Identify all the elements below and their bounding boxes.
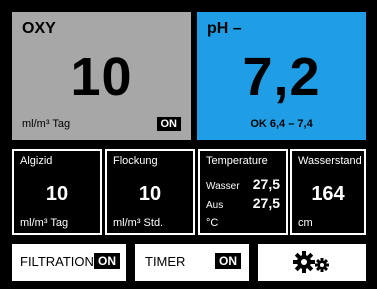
oxy-card[interactable]: OXY 10 ml/m³ Tag ON (12, 12, 191, 140)
oxy-title: OXY (22, 20, 56, 37)
timer-status-badge: ON (215, 253, 241, 269)
ph-value: 7,2 (242, 47, 321, 107)
oxy-value: 10 (70, 47, 133, 107)
oxy-status-badge: ON (156, 117, 181, 131)
ph-title: pH – (207, 20, 242, 37)
temperature-wasser-value: 27,5 (252, 176, 280, 192)
ph-card[interactable]: pH – 7,2 OK 6,4 – 7,4 (197, 12, 366, 140)
gears-icon (258, 249, 366, 280)
flockung-unit: ml/m³ Std. (113, 217, 164, 229)
settings-button[interactable] (258, 244, 366, 281)
algizid-unit: ml/m³ Tag (20, 217, 69, 229)
temperature-aus-value: 27,5 (252, 195, 280, 211)
wasserstand-unit: cm (298, 217, 313, 229)
temperature-aus-label: Aus (206, 200, 224, 211)
temperature-label: Temperature (206, 155, 268, 167)
filtration-label: FILTRATION (20, 254, 94, 269)
algizid-card[interactable]: Algizid 10 ml/m³ Tag (12, 149, 102, 235)
oxy-unit: ml/m³ Tag (22, 118, 71, 130)
flockung-value: 10 (138, 183, 162, 205)
timer-button[interactable]: TIMER ON (135, 244, 249, 281)
temperature-unit: °C (206, 217, 219, 229)
algizid-value: 10 (45, 183, 69, 205)
wasserstand-value: 164 (311, 183, 345, 205)
flockung-card[interactable]: Flockung 10 ml/m³ Std. (105, 149, 195, 235)
temperature-row-wasser: Wasser 27,5 (206, 176, 280, 194)
flockung-label: Flockung (113, 155, 158, 167)
timer-label: TIMER (145, 254, 186, 269)
algizid-label: Algizid (20, 155, 53, 167)
temperature-row-aus: Aus 27,5 (206, 195, 280, 213)
filtration-status-badge: ON (94, 253, 120, 269)
temperature-wasser-label: Wasser (206, 181, 240, 192)
wasserstand-label: Wasserstand (298, 155, 362, 167)
temperature-card[interactable]: Temperature Wasser 27,5 Aus 27,5 °C (198, 149, 288, 235)
ph-status-text: OK 6,4 – 7,4 (250, 118, 313, 130)
wasserstand-card[interactable]: Wasserstand 164 cm (290, 149, 366, 235)
filtration-button[interactable]: FILTRATION ON (12, 244, 126, 281)
